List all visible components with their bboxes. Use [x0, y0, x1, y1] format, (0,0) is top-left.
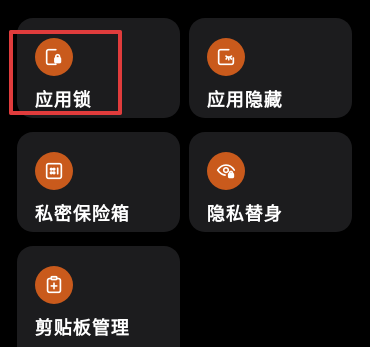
- tile-app-hide[interactable]: 应用隐藏: [189, 18, 352, 118]
- app-hide-icon: [207, 38, 245, 76]
- privacy-double-icon: [207, 152, 245, 190]
- tile-label: 应用隐藏: [207, 90, 283, 111]
- tile-label: 剪贴板管理: [35, 318, 130, 339]
- tile-label: 应用锁: [35, 90, 92, 111]
- clipboard-icon: [35, 266, 73, 304]
- tile-clipboard[interactable]: 剪贴板管理: [17, 246, 180, 347]
- tile-app-lock[interactable]: 应用锁: [17, 18, 180, 118]
- tile-label: 私密保险箱: [35, 204, 130, 225]
- tile-label: 隐私替身: [207, 204, 283, 225]
- tile-privacy-double[interactable]: 隐私替身: [189, 132, 352, 232]
- tile-private-safe[interactable]: 私密保险箱: [17, 132, 180, 232]
- private-safe-icon: [35, 152, 73, 190]
- app-lock-icon: [35, 38, 73, 76]
